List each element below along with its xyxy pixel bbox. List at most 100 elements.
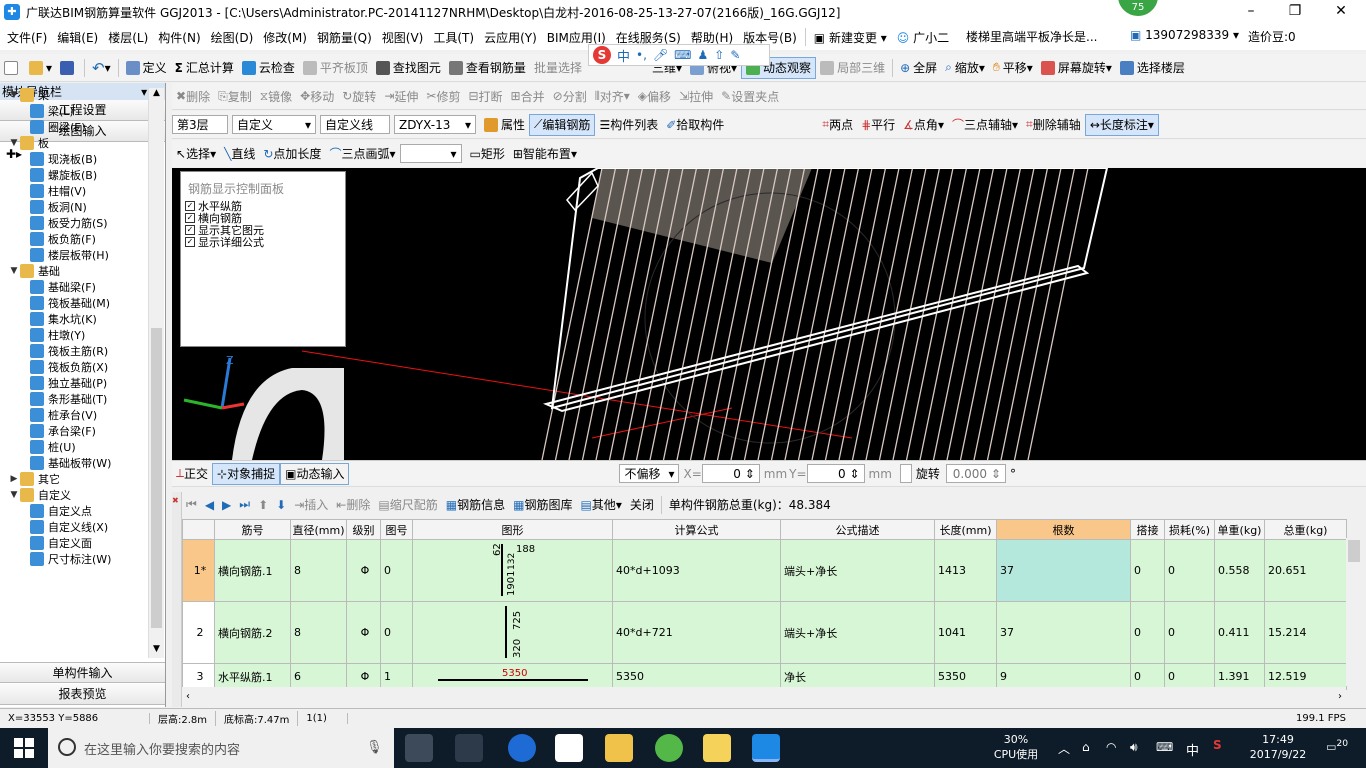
row-index[interactable]: 2: [182, 601, 215, 664]
wifi-icon[interactable]: ◠: [1106, 740, 1116, 754]
tree-item[interactable]: 尺寸标注(W): [0, 551, 148, 567]
keyboard-icon[interactable]: ⌨: [1156, 740, 1173, 754]
minimize-button[interactable]: –: [1228, 0, 1274, 24]
row-index[interactable]: 1*: [182, 539, 215, 602]
table-hscroll[interactable]: ‹ ›: [182, 687, 1346, 705]
element-select[interactable]: ZDYX-13 ▾: [394, 115, 476, 134]
length-dimension-button[interactable]: ↔ 长度标注 ▾: [1084, 113, 1159, 136]
cell-bar-no[interactable]: 横向钢筋.2: [214, 601, 291, 664]
close-table-button[interactable]: 关闭: [626, 494, 658, 516]
new-file-button[interactable]: [0, 57, 25, 79]
split-button[interactable]: ⊘ 分割: [549, 85, 591, 107]
rotate-checkbox[interactable]: [899, 464, 912, 483]
fullscreen-button[interactable]: ⊕ 全屏: [896, 57, 941, 79]
mirror-button[interactable]: ⧖ 镜像: [256, 85, 296, 107]
tree-item[interactable]: 梁(L): [0, 103, 148, 119]
col-header-grade[interactable]: 级别: [346, 519, 381, 540]
break-button[interactable]: ⊟ 打断: [464, 85, 506, 107]
col-header-unit-weight[interactable]: 单重(kg): [1214, 519, 1265, 540]
cell-description[interactable]: 净长: [780, 663, 935, 690]
rotate-button[interactable]: ↻ 旋转: [338, 85, 380, 107]
file-explorer-icon[interactable]: [605, 734, 633, 762]
point-length-button[interactable]: ↻ 点加长度: [259, 143, 325, 165]
tree-folder[interactable]: ▼ 板: [0, 135, 148, 151]
undo-button[interactable]: ↶ ▾: [88, 57, 115, 79]
tree-expand-icon[interactable]: ▶: [8, 474, 20, 484]
screen-rotate-button[interactable]: 屏幕旋转 ▾: [1037, 57, 1116, 79]
table-vscroll[interactable]: [1346, 538, 1362, 686]
scale-rebar-button[interactable]: ▤ 缩尺配筋: [374, 494, 441, 516]
point-angle-button[interactable]: ∡ 点角 ▾: [899, 114, 948, 136]
move-button[interactable]: ✥ 移动: [296, 85, 338, 107]
menu-floor[interactable]: 楼层(L): [103, 29, 153, 46]
col-header-shape[interactable]: 图形: [412, 519, 613, 540]
rectangle-tool-button[interactable]: ▭ 矩形: [466, 143, 509, 165]
cell-unit-weight[interactable]: 0.558: [1214, 539, 1265, 602]
checkbox-checked-icon[interactable]: ✓: [185, 237, 195, 247]
menu-component[interactable]: 构件(N): [153, 29, 205, 46]
rebar-library-button[interactable]: ▦ 钢筋图库: [509, 494, 576, 516]
scroll-up-arrow[interactable]: ▲: [149, 88, 164, 102]
pick-component-button[interactable]: ✐ 拾取构件: [662, 114, 728, 136]
cloud-check-button[interactable]: 云检查: [238, 57, 299, 79]
cell-formula[interactable]: 5350: [612, 663, 781, 690]
tree-item[interactable]: 圈梁(E): [0, 119, 148, 135]
two-point-axis-button[interactable]: ⌗ 两点: [818, 114, 857, 136]
tree-item[interactable]: 独立基础(P): [0, 375, 148, 391]
tree-item[interactable]: 基础梁(F): [0, 279, 148, 295]
cell-diameter[interactable]: 6: [290, 663, 347, 690]
tree-item[interactable]: 筏板负筋(X): [0, 359, 148, 375]
cell-diameter[interactable]: 8: [290, 601, 347, 664]
cell-length[interactable]: 1041: [934, 601, 997, 664]
network-icon[interactable]: ⌂: [1082, 740, 1090, 754]
cell-lap[interactable]: 0: [1130, 539, 1165, 602]
checkbox-checked-icon[interactable]: ✓: [185, 225, 195, 235]
menu-view[interactable]: 视图(V): [377, 29, 429, 46]
table-row[interactable]: 1* 横向钢筋.1 8 Φ 0 188 62 1901 132 40*d+109…: [182, 539, 1347, 602]
first-record-button[interactable]: ⏮: [182, 494, 201, 516]
ime-punct-icon[interactable]: •,: [636, 48, 647, 62]
col-header-description[interactable]: 公式描述: [780, 519, 935, 540]
col-header-loss[interactable]: 损耗(%): [1164, 519, 1215, 540]
table-row[interactable]: 2 横向钢筋.2 8 Φ 0 725 320 40*d+721 端头+净长 10…: [182, 601, 1347, 664]
find-element-button[interactable]: 查找图元: [372, 57, 445, 79]
task-view-icon[interactable]: [405, 734, 433, 762]
cell-total-weight[interactable]: 12.519: [1264, 663, 1347, 690]
360-browser-icon[interactable]: [655, 734, 683, 762]
checkbox-checked-icon[interactable]: ✓: [185, 213, 195, 223]
ortho-button[interactable]: ⟂ 正交: [172, 463, 212, 485]
insert-row-button[interactable]: ⇥ 插入: [290, 494, 332, 516]
tree-item[interactable]: 自定义点: [0, 503, 148, 519]
align-button[interactable]: ⫴ 对齐 ▾: [591, 85, 634, 107]
delete-row-button[interactable]: ⇤ 删除: [332, 494, 374, 516]
edit-rebar-button[interactable]: ⟋ 编辑钢筋: [529, 113, 596, 136]
single-component-input-button[interactable]: 单构件输入: [0, 662, 165, 683]
tree-item[interactable]: 筏板主筋(R): [0, 343, 148, 359]
cell-bar-no[interactable]: 水平纵筋.1: [214, 663, 291, 690]
open-file-button[interactable]: ▾: [25, 57, 56, 79]
share-icon[interactable]: ⇧: [714, 48, 724, 62]
score-badge[interactable]: 75: [1116, 0, 1160, 18]
set-grip-button[interactable]: ✎ 设置夹点: [717, 85, 783, 107]
delete-button[interactable]: ✖ 删除: [172, 85, 214, 107]
microphone-icon[interactable]: 🎤︎: [653, 48, 668, 62]
cell-bar-no[interactable]: 横向钢筋.1: [214, 539, 291, 602]
pan-button[interactable]: ✋︎ 平移 ▾: [989, 57, 1037, 79]
cell-loss[interactable]: 0: [1164, 601, 1215, 664]
tree-expand-icon[interactable]: ▼: [8, 138, 20, 148]
cell-total-weight[interactable]: 15.214: [1264, 601, 1347, 664]
menu-bim[interactable]: BIM应用(I): [542, 29, 611, 46]
merge-button[interactable]: ⊞ 合并: [507, 85, 549, 107]
batch-select-button[interactable]: 批量选择: [530, 57, 586, 79]
tree-expand-icon[interactable]: ▼: [8, 490, 20, 500]
scroll-down-arrow[interactable]: ▼: [149, 644, 164, 658]
tree-item[interactable]: 筏板基础(M): [0, 295, 148, 311]
col-header-count[interactable]: 根数: [996, 519, 1131, 540]
prev-record-button[interactable]: ◀: [201, 494, 218, 516]
x-input[interactable]: 0 ⇕: [701, 464, 760, 483]
menu-help[interactable]: 帮助(H): [686, 29, 738, 46]
cell-figure-no[interactable]: 0: [380, 539, 413, 602]
col-header-index[interactable]: [182, 519, 215, 540]
cell-count[interactable]: 37: [996, 601, 1131, 664]
cell-formula[interactable]: 40*d+1093: [612, 539, 781, 602]
